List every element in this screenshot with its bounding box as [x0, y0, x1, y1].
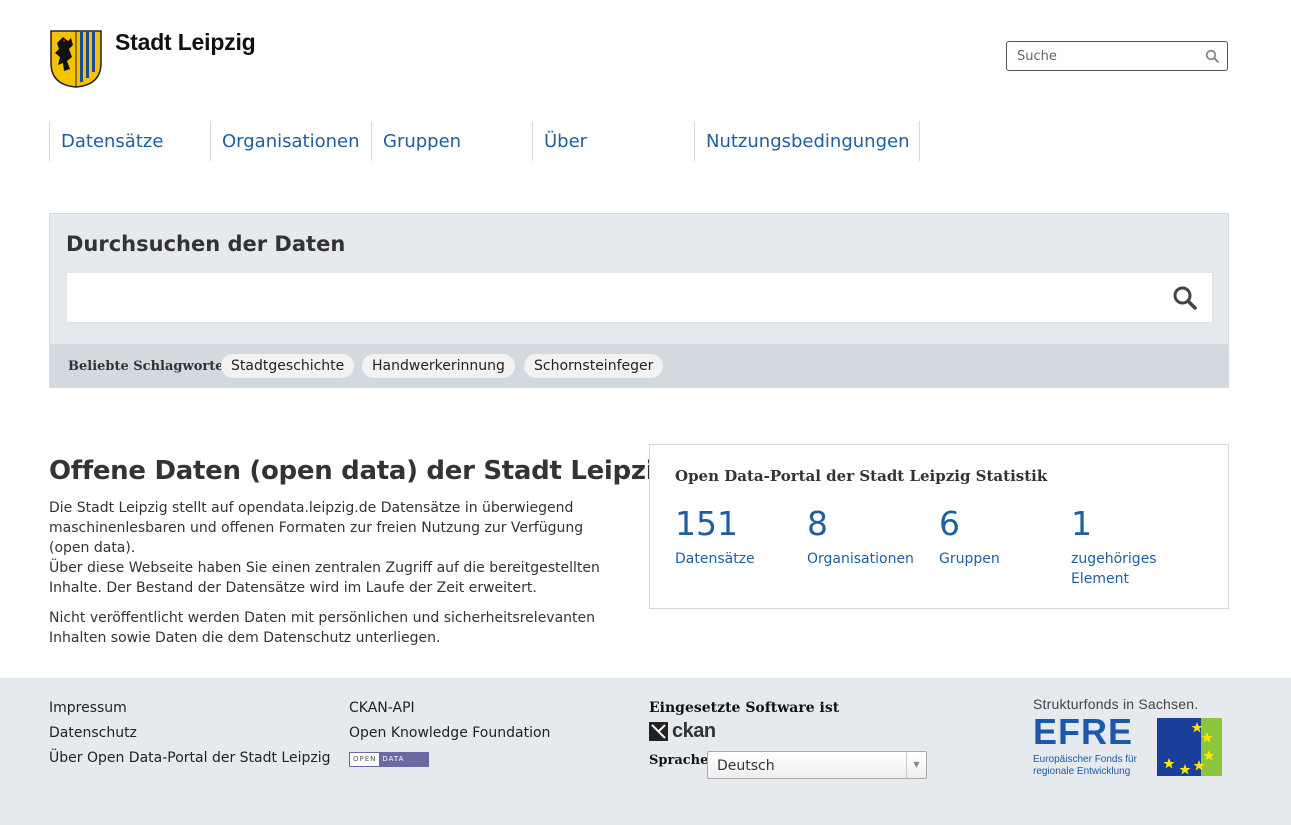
stat-label: Datensätze [675, 551, 755, 567]
statistics-title: Open Data-Portal der Stadt Leipzig Stati… [675, 467, 1048, 485]
language-label: Sprache: [649, 753, 714, 768]
search-icon[interactable] [1205, 49, 1219, 63]
footer-link-okf[interactable]: Open Knowledge Foundation [349, 725, 550, 741]
footer-link-datenschutz[interactable]: Datenschutz [49, 725, 137, 741]
intro-title: Offene Daten (open data) der Stadt Leipz… [49, 456, 673, 486]
main-nav: Datensätze Organisationen Gruppen Über N… [49, 121, 921, 161]
tag-pill[interactable]: Schornsteinfeger [524, 354, 664, 378]
data-search-panel: Durchsuchen der Daten Beliebte Schlagwor… [49, 213, 1229, 388]
stat-number: 1 [1071, 504, 1092, 543]
tag-pill[interactable]: Handwerkerinnung [362, 354, 515, 378]
eu-flag-icon [1157, 718, 1222, 776]
nav-item-nutzungsbedingungen[interactable]: Nutzungsbedingungen [694, 121, 921, 161]
tag-pill[interactable]: Stadtgeschichte [221, 354, 355, 378]
header-search-input[interactable] [1007, 42, 1187, 70]
footer-link-about[interactable]: Über Open Data-Portal der Stadt Leipzig [49, 750, 331, 766]
leipzig-coat-of-arms-icon [50, 30, 102, 88]
stat-number: 6 [939, 504, 960, 543]
efre-subtitle: Europäischer Fonds für regionale Entwick… [1033, 754, 1137, 777]
stat-organizations[interactable]: 8 Organisationen [807, 505, 932, 569]
site-title[interactable]: Stadt Leipzig [115, 29, 256, 56]
nav-item-organisationen[interactable]: Organisationen [210, 121, 371, 161]
footer-link-ckan-api[interactable]: CKAN-API [349, 700, 415, 716]
portal-statistics: Open Data-Portal der Stadt Leipzig Stati… [649, 444, 1229, 609]
ckan-logo[interactable]: ckan [649, 720, 716, 742]
stat-label: Organisationen [807, 551, 914, 567]
open-data-badge[interactable]: OPEN DATA [349, 752, 429, 767]
intro-paragraph: Nicht veröffentlicht werden Daten mit pe… [49, 610, 596, 646]
software-label: Eingesetzte Software ist [649, 700, 840, 716]
open-data-badge-right: DATA [379, 753, 428, 766]
footer: Impressum Datenschutz Über Open Data-Por… [0, 678, 1291, 825]
popular-tags-bar: Beliebte Schlagworte Stadtgeschichte Han… [50, 344, 1228, 388]
language-value: Deutsch [717, 758, 775, 774]
intro-paragraph: Über diese Webseite haben Sie einen zent… [49, 560, 600, 596]
intro-paragraph: Die Stadt Leipzig stellt auf opendata.le… [49, 500, 584, 556]
efre-logo-text: EFRE [1033, 711, 1134, 752]
stat-label: Gruppen [939, 551, 1000, 567]
stat-number: 151 [675, 504, 738, 543]
language-select[interactable]: Deutsch ▼ [707, 751, 927, 779]
open-data-badge-left: OPEN [350, 753, 380, 766]
stat-related-items[interactable]: 1 zugehöriges Element [1071, 505, 1181, 589]
efre-caption: Strukturfonds in Sachsen. [1033, 696, 1199, 712]
stat-datasets[interactable]: 151 Datensätze [675, 505, 800, 569]
ckan-icon [649, 721, 668, 741]
stat-label: zugehöriges Element [1071, 551, 1157, 587]
ckan-wordmark: ckan [672, 719, 716, 742]
stat-groups[interactable]: 6 Gruppen [939, 505, 1064, 569]
nav-item-ueber[interactable]: Über [532, 121, 694, 161]
nav-item-datensaetze[interactable]: Datensätze [49, 121, 210, 161]
chevron-down-icon: ▼ [906, 752, 926, 778]
nav-item-gruppen[interactable]: Gruppen [371, 121, 532, 161]
popular-tags-label: Beliebte Schlagworte [68, 359, 224, 374]
header-search [1006, 41, 1228, 71]
stat-number: 8 [807, 504, 828, 543]
data-search-field[interactable] [66, 272, 1213, 323]
data-search-title: Durchsuchen der Daten [66, 232, 346, 256]
search-icon[interactable] [1172, 285, 1198, 311]
footer-link-impressum[interactable]: Impressum [49, 700, 127, 716]
